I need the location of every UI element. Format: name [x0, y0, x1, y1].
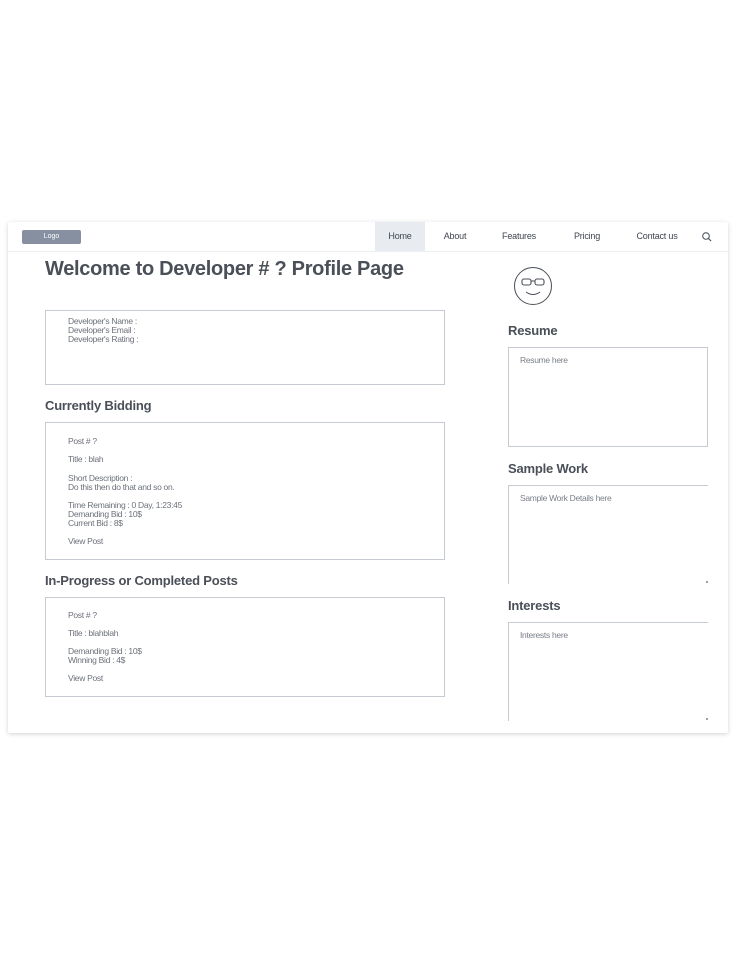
- resume-textarea[interactable]: Resume here: [508, 347, 708, 447]
- interests-heading: Interests: [508, 598, 561, 613]
- logo[interactable]: Logo: [22, 230, 81, 244]
- view-post-link[interactable]: View Post: [68, 673, 103, 683]
- navbar: Logo Home About Features Pricing Contact…: [8, 222, 728, 252]
- nav-item-pricing[interactable]: Pricing: [563, 222, 611, 251]
- sample-work-textarea[interactable]: Sample Work Details here: [508, 485, 708, 584]
- post-title: Title : blah: [68, 454, 104, 464]
- current-bid: Current Bid : 8$: [68, 518, 123, 528]
- post-title: Title : blahblah: [68, 628, 119, 638]
- page-title: Welcome to Developer # ? Profile Page: [45, 258, 404, 280]
- resize-handle[interactable]: [706, 718, 708, 720]
- post-number: Post # ?: [68, 610, 97, 620]
- search-icon[interactable]: [701, 231, 713, 243]
- face-with-glasses-icon: [514, 267, 552, 305]
- nav-item-home[interactable]: Home: [375, 222, 425, 251]
- interests-placeholder: Interests here: [520, 630, 568, 640]
- in-progress-heading: In-Progress or Completed Posts: [45, 573, 238, 588]
- resume-heading: Resume: [508, 323, 558, 338]
- sample-work-heading: Sample Work: [508, 461, 588, 476]
- resume-placeholder: Resume here: [520, 355, 568, 365]
- interests-textarea[interactable]: Interests here: [508, 622, 708, 721]
- page-frame: Logo Home About Features Pricing Contact…: [8, 222, 728, 733]
- view-post-link[interactable]: View Post: [68, 536, 103, 546]
- in-progress-card: Post # ? Title : blahblah Demanding Bid …: [45, 597, 445, 697]
- developer-info-card: Developer's Name : Developer's Email : D…: [45, 310, 445, 385]
- developer-rating-label: Developer's Rating :: [68, 334, 139, 344]
- nav-item-features[interactable]: Features: [493, 222, 545, 251]
- currently-bidding-heading: Currently Bidding: [45, 398, 152, 413]
- currently-bidding-card: Post # ? Title : blah Short Description …: [45, 422, 445, 560]
- nav-item-about[interactable]: About: [433, 222, 477, 251]
- resize-handle[interactable]: [706, 581, 708, 583]
- winning-bid: Winning Bid : 4$: [68, 655, 126, 665]
- sample-work-placeholder: Sample Work Details here: [520, 493, 612, 503]
- nav-item-contact-us[interactable]: Contact us: [630, 222, 684, 251]
- post-number: Post # ?: [68, 436, 97, 446]
- short-description: Do this then do that and so on.: [68, 482, 175, 492]
